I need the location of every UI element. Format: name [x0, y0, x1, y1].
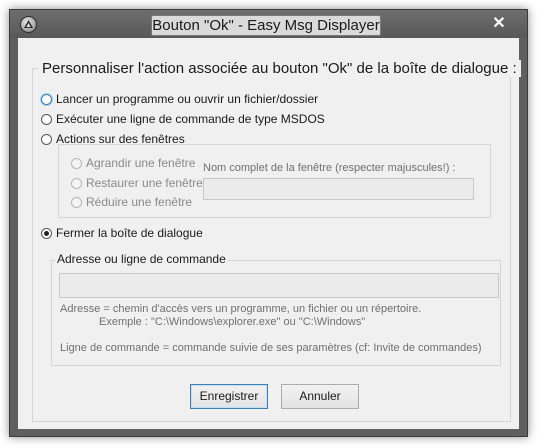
- command-group-caption: Adresse ou ligne de commande: [55, 252, 228, 266]
- option-restore-window[interactable]: Restaurer une fenêtre: [71, 176, 203, 190]
- option-label: Restaurer une fenêtre: [86, 176, 203, 190]
- radio-close-dialog[interactable]: [41, 227, 52, 239]
- window-name-input[interactable]: [203, 178, 474, 200]
- radio-minimize-window[interactable]: [71, 196, 82, 208]
- cancel-button[interactable]: Annuler: [281, 384, 359, 409]
- dialog-window: Bouton "Ok" - Easy Msg Displayer ✕ Perso…: [9, 9, 528, 437]
- option-label: Lancer un programme ou ouvrir un fichier…: [56, 92, 319, 106]
- close-icon[interactable]: ✕: [484, 13, 514, 35]
- option-minimize-window[interactable]: Réduire une fenêtre: [71, 195, 192, 209]
- dialog-client-area: Personnaliser l'action associée au bouto…: [18, 38, 521, 429]
- action-heading: Personnaliser l'action associée au bouto…: [38, 60, 521, 77]
- help-address: Adresse = chemin d'accès vers un program…: [60, 303, 422, 315]
- app-icon[interactable]: [20, 16, 37, 33]
- option-label: Fermer la boîte de dialogue: [56, 226, 203, 240]
- command-input[interactable]: [59, 273, 499, 298]
- radio-launch-program[interactable]: [41, 93, 52, 105]
- window-title: Bouton "Ok" - Easy Msg Displayer: [151, 15, 381, 36]
- option-label: Exécuter une ligne de commande de type M…: [56, 112, 325, 126]
- option-close-dialog[interactable]: Fermer la boîte de dialogue: [41, 226, 203, 240]
- option-label: Agrandir une fenêtre: [86, 156, 196, 170]
- save-button[interactable]: Enregistrer: [190, 384, 268, 409]
- radio-maximize-window[interactable]: [71, 157, 82, 169]
- option-label: Réduire une fenêtre: [86, 195, 193, 209]
- radio-restore-window[interactable]: [71, 177, 82, 189]
- app-logo-icon: [24, 20, 33, 28]
- option-msdos-command[interactable]: Exécuter une ligne de commande de type M…: [41, 112, 325, 126]
- radio-window-actions[interactable]: [41, 133, 52, 145]
- option-launch-program[interactable]: Lancer un programme ou ouvrir un fichier…: [41, 92, 318, 106]
- help-command: Ligne de commande = commande suivie de s…: [60, 342, 482, 354]
- title-bar[interactable]: Bouton "Ok" - Easy Msg Displayer ✕: [10, 10, 527, 38]
- radio-msdos-command[interactable]: [41, 113, 52, 125]
- window-name-label: Nom complet de la fenêtre (respecter maj…: [203, 162, 456, 174]
- option-maximize-window[interactable]: Agrandir une fenêtre: [71, 156, 195, 170]
- help-example: Exemple : "C:\Windows\explorer.exe" ou "…: [99, 316, 366, 328]
